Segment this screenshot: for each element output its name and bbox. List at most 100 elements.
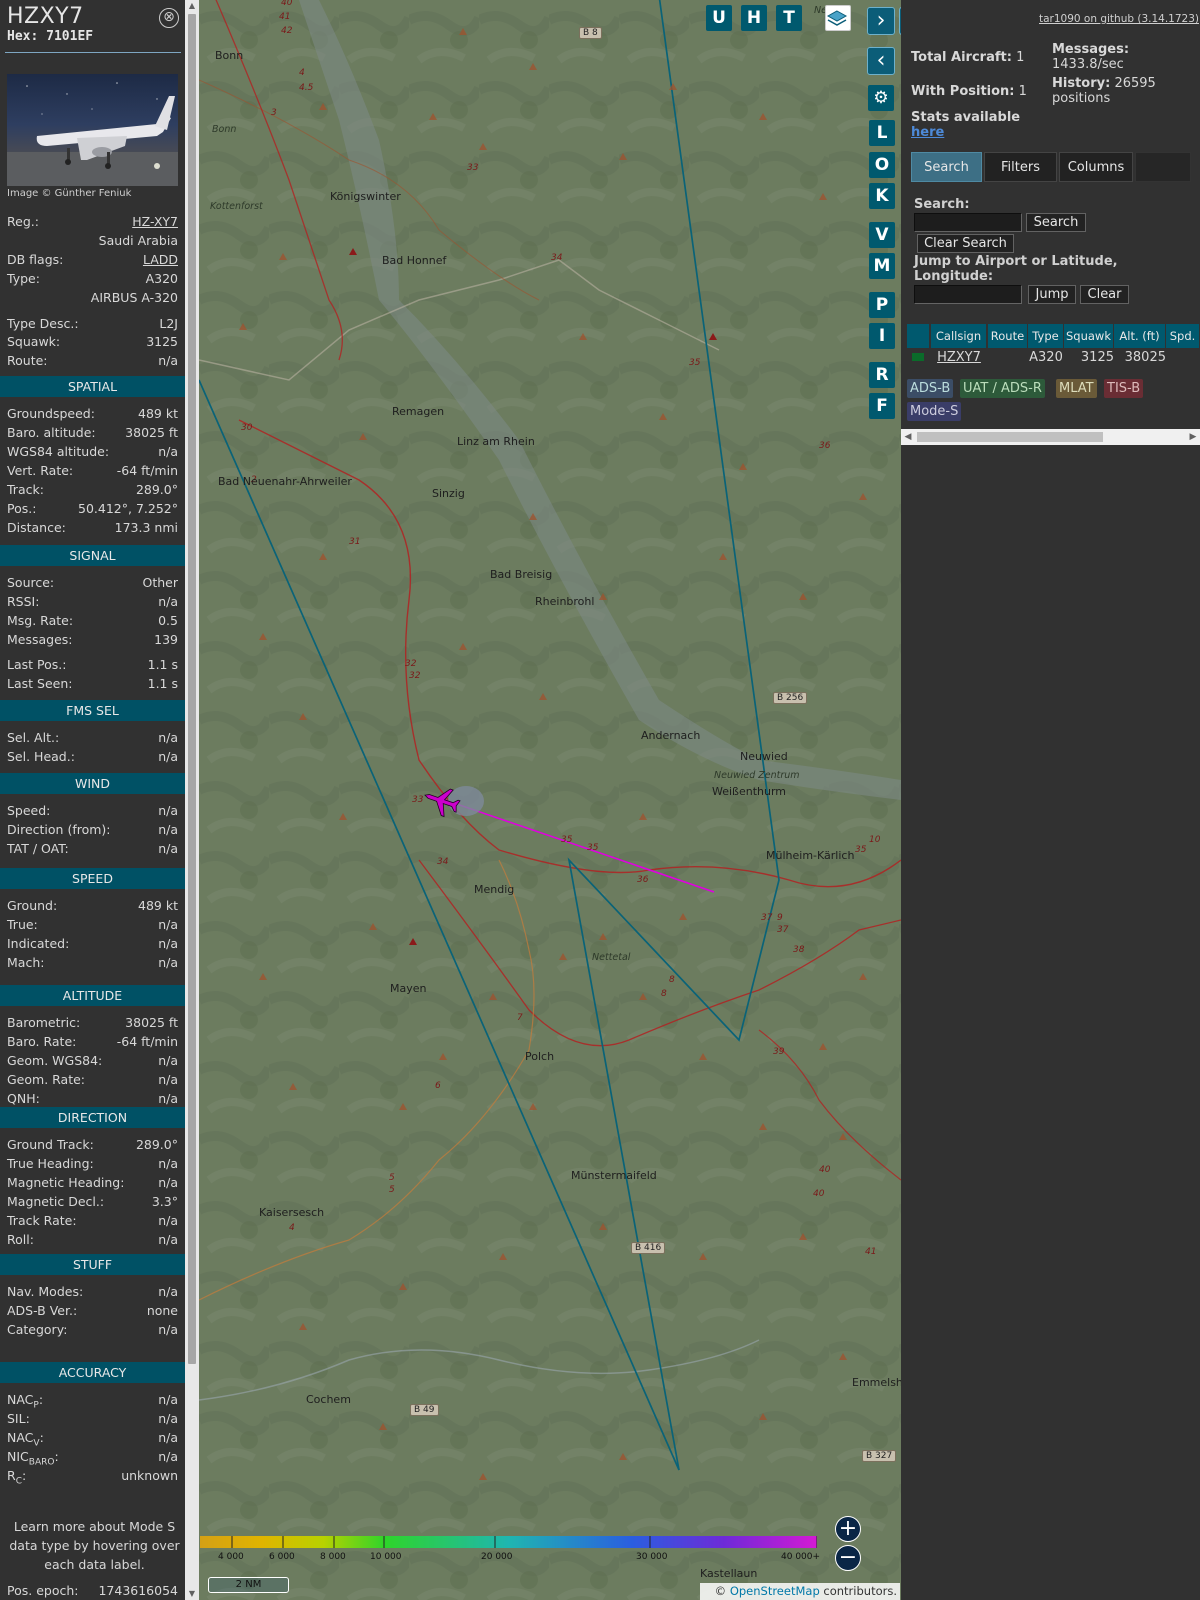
close-icon[interactable]: ⊗ (159, 8, 179, 28)
section-header-direction[interactable]: DIRECTION (0, 1107, 185, 1128)
jump-button[interactable]: Jump (1028, 285, 1076, 304)
map-button-m[interactable]: M (869, 253, 895, 279)
column-header-callsign[interactable]: Callsign (931, 324, 987, 348)
map-button-r[interactable]: R (869, 362, 895, 388)
horizontal-scrollbar-thumb[interactable] (917, 432, 1103, 442)
svg-text:41: 41 (865, 1247, 876, 1257)
chevron-left-icon[interactable]: ‹ (867, 47, 895, 75)
sidebar-scrollbar[interactable]: ▲ ▼ (185, 0, 199, 1600)
detail-row-value: n/a (158, 1411, 178, 1426)
search-button[interactable]: Search (1026, 213, 1086, 232)
table-cell-route (988, 349, 1028, 366)
column-header-spd[interactable]: Spd. (1166, 324, 1200, 348)
osm-link[interactable]: OpenStreetMap (730, 1584, 820, 1598)
detail-row-value: 0.5 (158, 613, 178, 628)
tab-search[interactable]: Search (911, 152, 982, 182)
map-place-label: Mendig (474, 883, 515, 896)
info-row-label: Reg.: (7, 214, 39, 229)
zoom-in-icon[interactable]: + (835, 1516, 861, 1542)
svg-text:38: 38 (793, 945, 805, 955)
jump-input[interactable] (914, 285, 1022, 304)
map-button-k[interactable]: K (869, 183, 895, 209)
section-header-accuracy[interactable]: ACCURACY (0, 1362, 185, 1383)
detail-row-label: Msg. Rate: (7, 613, 74, 628)
legend-tick-label: 10 000 (370, 1552, 402, 1562)
settings-gear-icon[interactable]: ⚙ (868, 85, 894, 111)
column-header-route[interactable]: Route (988, 324, 1028, 348)
map-button-p[interactable]: P (869, 292, 895, 318)
accuracy-label-main: R (7, 1468, 16, 1483)
section-header-fms-sel[interactable]: FMS SEL (0, 700, 185, 721)
svg-text:35: 35 (855, 845, 867, 855)
badge-mode-s[interactable]: Mode-S (907, 402, 962, 421)
svg-text:3: 3 (271, 108, 277, 118)
search-input[interactable] (914, 213, 1022, 232)
column-header-icon (907, 324, 930, 348)
section-header-altitude[interactable]: ALTITUDE (0, 985, 185, 1006)
scroll-up-icon[interactable]: ▲ (185, 0, 199, 12)
detail-row: Track: 289.0° (7, 480, 178, 499)
image-credit: Image © Günther Feniuk (7, 188, 132, 199)
badge-mlat[interactable]: MLAT (1056, 379, 1097, 398)
layers-icon[interactable] (825, 5, 851, 31)
detail-row-label: Roll: (7, 1232, 34, 1247)
map-button-v[interactable]: V (869, 222, 895, 248)
messages-value: 1433.8/sec (1052, 57, 1124, 72)
map-button-u[interactable]: U (706, 5, 732, 31)
column-header-squawk[interactable]: Squawk (1064, 324, 1114, 348)
scroll-down-icon[interactable]: ▼ (185, 1588, 199, 1600)
scroll-left-icon[interactable]: ◀ (901, 429, 915, 445)
info-row: Route: n/a (7, 351, 178, 370)
svg-text:31: 31 (349, 537, 360, 547)
detail-row-label: TAT / OAT: (7, 841, 69, 856)
section-header-spatial[interactable]: SPATIAL (0, 376, 185, 397)
github-link[interactable]: tar1090 on github (3.14.1723) (1039, 13, 1199, 25)
svg-text:33: 33 (412, 795, 424, 805)
clear-button[interactable]: Clear (1080, 285, 1129, 304)
table-cell-squawk: 3125 (1080, 350, 1114, 365)
svg-text:10: 10 (869, 835, 881, 845)
info-row-label: Type Desc.: (7, 316, 79, 331)
info-row-value[interactable]: LADD (143, 250, 178, 269)
chevron-right-icon[interactable]: › (867, 7, 895, 35)
scrollbar-thumb[interactable] (188, 14, 196, 1364)
section-header-speed[interactable]: SPEED (0, 868, 185, 889)
map-button-l[interactable]: L (869, 120, 895, 146)
badge-uat-adsr[interactable]: UAT / ADS-R (960, 379, 1045, 398)
tab-filters[interactable]: Filters (984, 152, 1057, 182)
map-button-h[interactable]: H (741, 5, 767, 31)
tab-columns[interactable]: Columns (1059, 152, 1133, 182)
map-button-t[interactable]: T (776, 5, 802, 31)
info-row: DB flags: LADD (7, 250, 178, 269)
badge-tisb[interactable]: TIS-B (1104, 379, 1144, 398)
map-place-label: Weißenthurm (712, 785, 787, 798)
map-button-o[interactable]: O (869, 152, 895, 178)
section-header-stuff[interactable]: STUFF (0, 1254, 185, 1275)
section-header-signal[interactable]: SIGNAL (0, 545, 185, 566)
table-cell-callsign[interactable]: HZXY7 (931, 349, 987, 366)
map-button-i[interactable]: I (869, 323, 895, 349)
map-button-f[interactable]: F (869, 393, 895, 419)
map-place-label: Andernach (641, 729, 701, 742)
detail-row: Baro. altitude: 38025 ft (7, 423, 178, 442)
zoom-out-icon[interactable]: − (835, 1545, 861, 1571)
column-header-alt-ft[interactable]: Alt. (ft) (1114, 324, 1166, 348)
table-horizontal-scrollbar[interactable]: ◀ ▶ (901, 429, 1200, 445)
badge-adsb[interactable]: ADS-B (907, 379, 954, 398)
svg-text:41: 41 (279, 12, 290, 22)
map-view[interactable]: 40 41 42 4 3 4.5 33 34 35 36 30 31 2 32 32 33 34 35 35 36… (199, 0, 901, 1600)
detail-row-value: n/a (158, 955, 178, 970)
detail-row: Msg. Rate: 0.5 (7, 611, 178, 630)
column-header-type[interactable]: Type (1028, 324, 1064, 348)
detail-row-label: Geom. Rate: (7, 1072, 86, 1087)
stats-here-link[interactable]: here (911, 125, 944, 140)
info-row: Squawk: 3125 (7, 332, 178, 351)
aircraft-photo[interactable] (7, 74, 178, 186)
section-header-wind[interactable]: WIND (0, 773, 185, 794)
scroll-right-icon[interactable]: ▶ (1186, 429, 1200, 445)
detail-row-value: n/a (158, 936, 178, 951)
clear-search-button[interactable]: Clear Search (917, 234, 1014, 253)
legend-tick-label: 30 000 (636, 1552, 668, 1562)
map-area-label: Nettetal (592, 952, 631, 963)
info-row-value[interactable]: HZ-XY7 (132, 212, 178, 231)
